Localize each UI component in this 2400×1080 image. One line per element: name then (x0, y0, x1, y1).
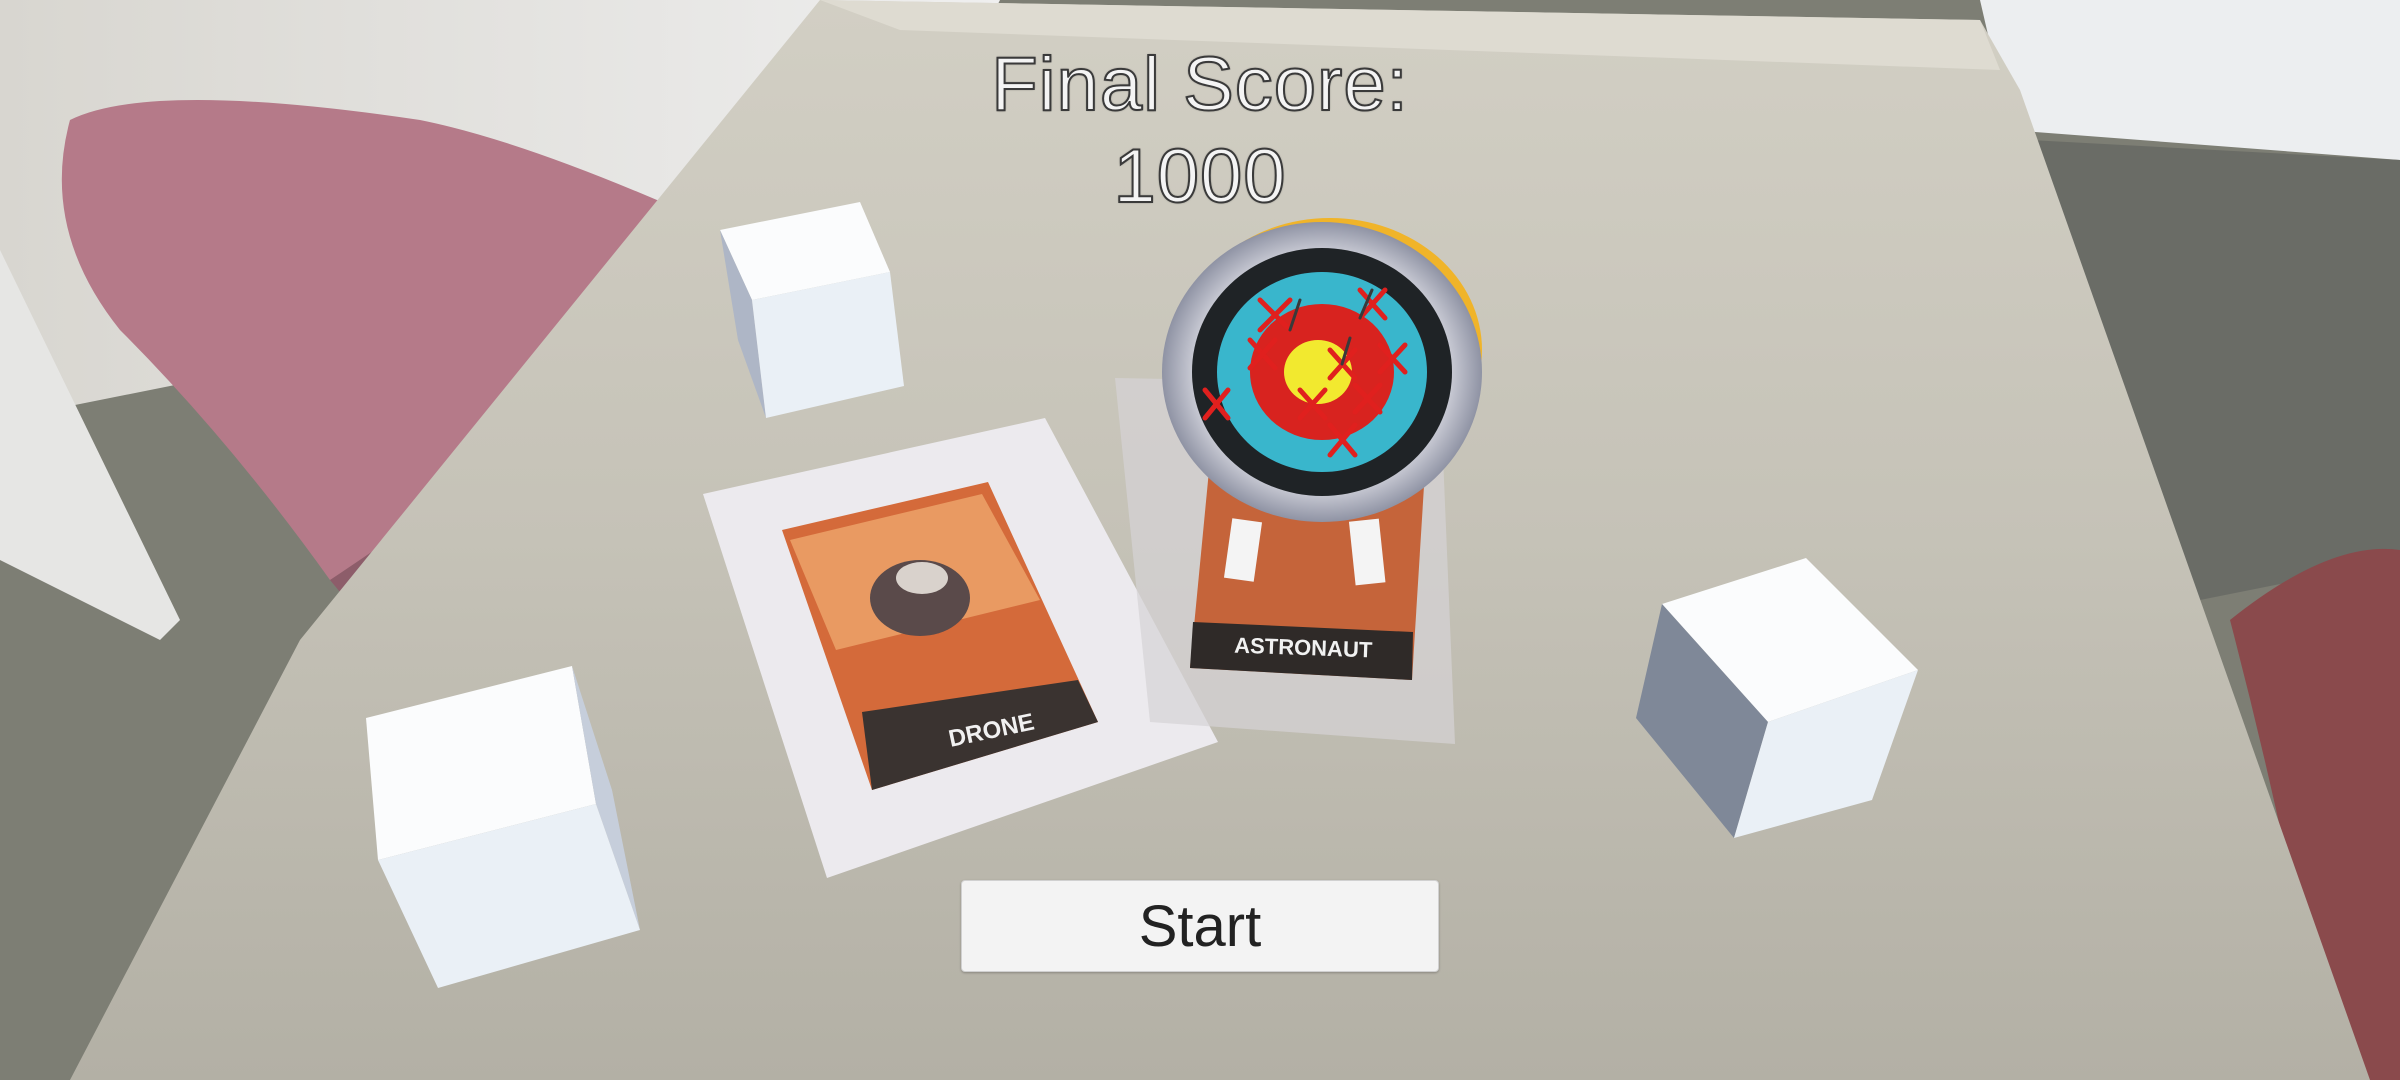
drone-illustration-top (896, 562, 948, 594)
start-button[interactable]: Start (961, 880, 1439, 972)
astronaut-card-label: ASTRONAUT (1234, 633, 1373, 663)
final-score-label: Final Score: (990, 41, 1409, 128)
final-score-value: 1000 (1112, 133, 1287, 220)
